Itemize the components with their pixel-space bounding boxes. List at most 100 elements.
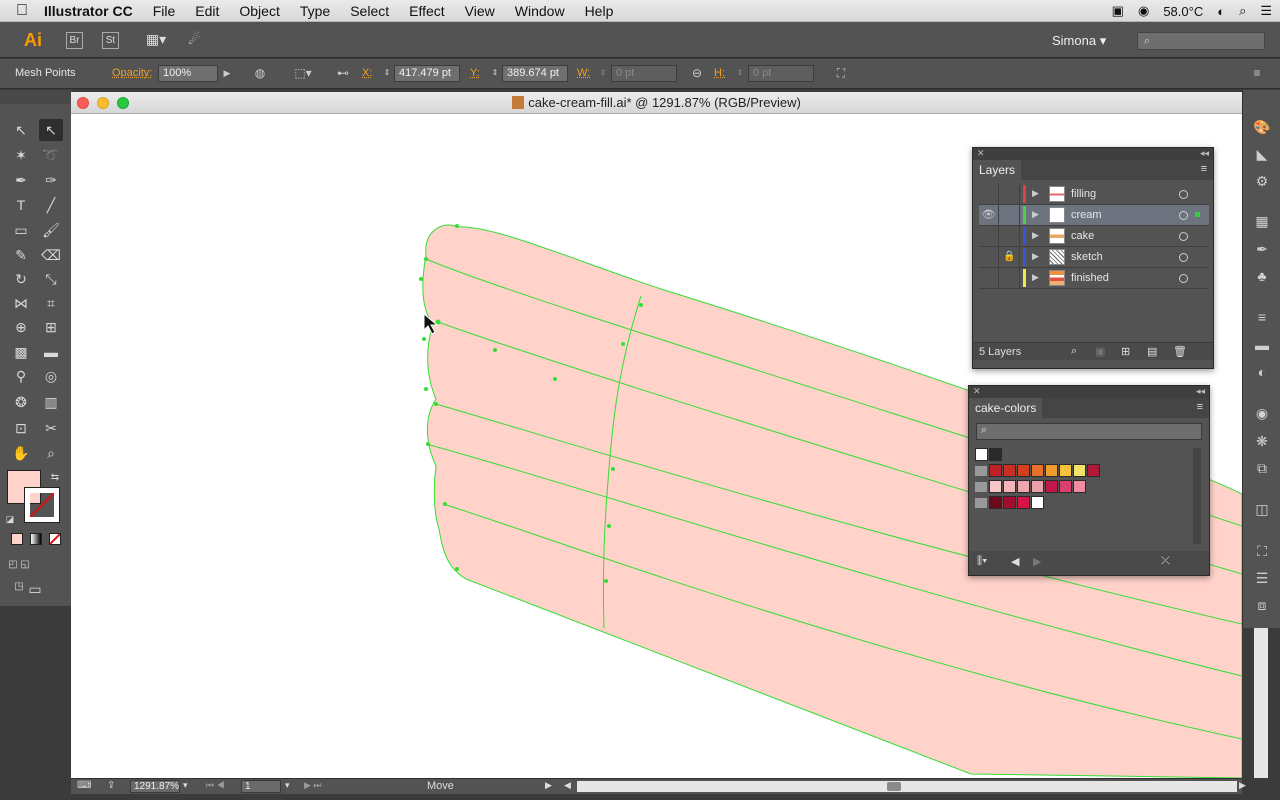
break-link-icon[interactable]: ⤫ — [1161, 555, 1170, 568]
previous-library-icon[interactable]: ◀ — [1011, 555, 1019, 568]
swatch[interactable] — [1045, 480, 1058, 493]
expand-triangle-icon[interactable]: ▶ — [1032, 188, 1039, 199]
layer-name[interactable]: sketch — [1071, 251, 1103, 263]
menu-help[interactable]: Help — [575, 3, 624, 19]
line-tool-icon[interactable]: ╱ — [39, 194, 63, 216]
lock-icon[interactable]: 🔒 — [1000, 247, 1020, 267]
swatch-group-folder-icon[interactable] — [975, 498, 987, 508]
none-mode-icon[interactable] — [49, 533, 61, 545]
eraser-tool-icon[interactable]: ⌫ — [39, 244, 63, 266]
lock-toggle[interactable] — [1000, 205, 1020, 225]
hscroll-right-icon[interactable]: ▶ — [1239, 780, 1246, 791]
transparency-icon[interactable]: ◐ — [1253, 363, 1271, 381]
y-stepper-icon[interactable]: ⇕ — [488, 66, 502, 80]
swatches-icon[interactable]: ▦ — [1253, 212, 1271, 230]
new-sublayer-icon[interactable]: ⊞ — [1121, 345, 1130, 358]
slice-tool-icon[interactable]: ✂ — [39, 417, 63, 439]
w-field[interactable]: 0 pt — [611, 65, 677, 82]
lock-toggle[interactable] — [1000, 226, 1020, 246]
direct-selection-tool-icon[interactable]: ↖ — [39, 119, 63, 141]
visibility-toggle[interactable] — [979, 184, 999, 204]
layer-name[interactable]: cake — [1071, 230, 1094, 242]
column-graph-tool-icon[interactable]: ▥ — [39, 391, 63, 413]
layer-name[interactable]: finished — [1071, 272, 1109, 284]
locate-object-icon[interactable]: ⌕ — [1071, 345, 1077, 358]
collapse-panel-icon[interactable]: ◂◂ — [1196, 386, 1205, 397]
status-arrow-icon[interactable]: ▶ — [545, 780, 552, 791]
spotlight-icon[interactable]: ⌕ — [1239, 3, 1246, 19]
magic-wand-tool-icon[interactable]: ✶ — [9, 144, 33, 166]
swatch[interactable] — [989, 496, 1002, 509]
shape-builder-tool-icon[interactable]: ⊕ — [9, 316, 33, 338]
rectangle-tool-icon[interactable]: ▭ — [9, 219, 33, 241]
x-field[interactable]: 417.479 pt — [394, 65, 460, 82]
appearance-icon[interactable]: ◉ — [1253, 404, 1271, 422]
control-menu-icon[interactable]: ≡ — [1250, 66, 1264, 80]
swatches-panel-header[interactable]: ✕ ◂◂ — [969, 386, 1209, 398]
color-panel-icon[interactable]: 🎨 — [1253, 118, 1271, 136]
color-mode-icon[interactable] — [11, 533, 23, 545]
type-tool-icon[interactable]: T — [9, 194, 33, 216]
default-fill-stroke-icon[interactable]: ◪ — [3, 508, 17, 530]
horizontal-scroll-thumb[interactable] — [887, 782, 901, 791]
symbol-sprayer-tool-icon[interactable]: ❂ — [9, 391, 33, 413]
zoom-dropdown-icon[interactable]: ▾ — [183, 780, 188, 791]
zoom-field[interactable]: 1291.87% — [130, 780, 180, 793]
swatch[interactable] — [1017, 496, 1030, 509]
stock-button[interactable]: St — [102, 32, 119, 49]
hscroll-left-icon[interactable]: ◀ — [564, 780, 571, 791]
swatch[interactable] — [989, 464, 1002, 477]
free-transform-tool-icon[interactable]: ⌗ — [39, 292, 63, 314]
visibility-toggle[interactable] — [979, 226, 999, 246]
new-layer-icon[interactable]: ▤ — [1147, 345, 1157, 358]
swatch-group-folder-icon[interactable] — [975, 482, 987, 492]
horizontal-scrollbar[interactable] — [577, 781, 1237, 792]
artboard-field[interactable]: 1 — [241, 780, 281, 793]
menu-object[interactable]: Object — [229, 3, 289, 19]
swatch-white[interactable] — [975, 448, 988, 461]
tab-layers[interactable]: Layers — [973, 160, 1022, 180]
swatch[interactable] — [1059, 480, 1072, 493]
gpu-performance-icon[interactable]: ☄ — [186, 32, 203, 49]
perspective-grid-tool-icon[interactable]: ⊞ — [39, 316, 63, 338]
w-stepper-icon[interactable]: ⇕ — [596, 66, 610, 80]
w-label[interactable]: W: — [577, 67, 590, 79]
hand-tool-icon[interactable]: ✋ — [9, 442, 33, 464]
swatches-menu-icon[interactable]: ≡ — [1197, 401, 1203, 413]
swap-fill-stroke-icon[interactable]: ⇆ — [48, 467, 62, 489]
expand-triangle-icon[interactable]: ▶ — [1032, 230, 1039, 241]
collapse-panel-icon[interactable]: ◂◂ — [1200, 148, 1209, 159]
menu-effect[interactable]: Effect — [399, 3, 455, 19]
menu-edit[interactable]: Edit — [185, 3, 229, 19]
artboard-nav-first-icon[interactable]: ⏮ ◀ — [206, 780, 225, 791]
pen-tool-icon[interactable]: ✒ — [9, 169, 33, 191]
menu-file[interactable]: File — [143, 3, 186, 19]
visibility-toggle[interactable] — [979, 268, 999, 288]
brushes-icon[interactable]: ✒ — [1253, 240, 1271, 258]
layers-menu-icon[interactable]: ≡ — [1201, 163, 1207, 175]
swatch[interactable] — [1059, 464, 1072, 477]
layers-icon[interactable]: ⧉ — [1253, 459, 1271, 477]
swatch[interactable] — [1017, 464, 1030, 477]
expand-triangle-icon[interactable]: ▶ — [1032, 251, 1039, 262]
artboard-tool-icon[interactable]: ⊡ — [9, 417, 33, 439]
swatch[interactable] — [1073, 464, 1086, 477]
target-icon[interactable] — [1179, 274, 1188, 283]
graphic-styles-icon[interactable]: ❋ — [1253, 432, 1271, 450]
stroke-color-swatch[interactable] — [24, 487, 60, 523]
menu-view[interactable]: View — [455, 3, 505, 19]
gradient-mode-icon[interactable] — [30, 533, 42, 545]
swatch[interactable] — [1073, 480, 1086, 493]
app-menu[interactable]: Illustrator CC — [44, 3, 143, 19]
toolbar-header[interactable] — [0, 90, 72, 104]
transform-icon[interactable]: ⛶ — [834, 66, 848, 80]
color-guide-icon[interactable]: ◣ — [1253, 145, 1271, 163]
target-icon[interactable] — [1179, 253, 1188, 262]
status-text[interactable]: Move — [427, 780, 454, 792]
scale-tool-icon[interactable]: ⤡ — [39, 268, 63, 290]
temperature-readout[interactable]: 58.0°C — [1163, 4, 1203, 19]
menu-window[interactable]: Window — [505, 3, 575, 19]
apple-menu-icon[interactable]:  — [0, 2, 44, 20]
artboards-icon[interactable]: ◫ — [1253, 500, 1271, 518]
target-icon[interactable] — [1179, 232, 1188, 241]
